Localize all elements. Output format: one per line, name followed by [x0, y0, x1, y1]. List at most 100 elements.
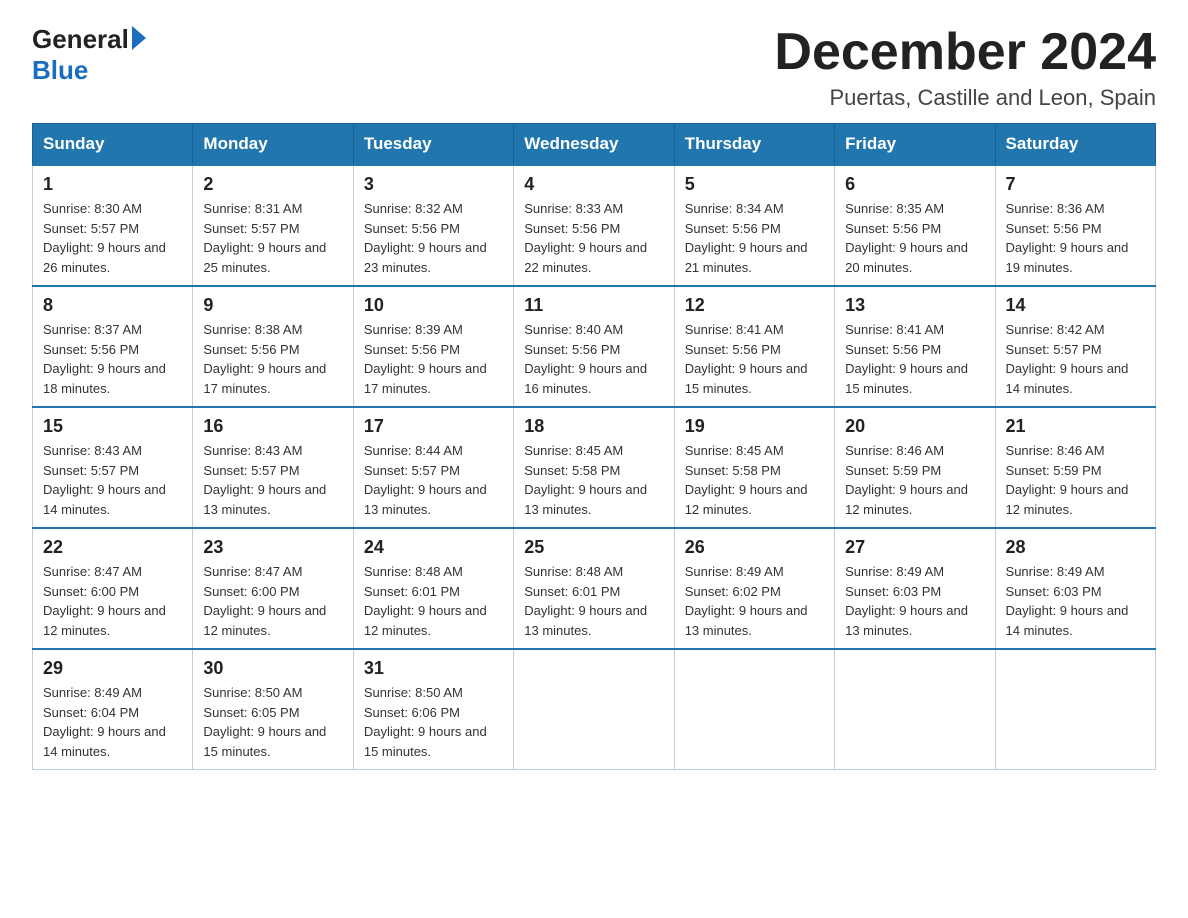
day-info: Sunrise: 8:36 AMSunset: 5:56 PMDaylight:…: [1006, 199, 1145, 277]
table-row: 31 Sunrise: 8:50 AMSunset: 6:06 PMDaylig…: [353, 649, 513, 770]
table-row: 6 Sunrise: 8:35 AMSunset: 5:56 PMDayligh…: [835, 165, 995, 286]
table-row: 11 Sunrise: 8:40 AMSunset: 5:56 PMDaylig…: [514, 286, 674, 407]
day-number: 28: [1006, 537, 1145, 558]
table-row: 3 Sunrise: 8:32 AMSunset: 5:56 PMDayligh…: [353, 165, 513, 286]
day-number: 3: [364, 174, 503, 195]
day-number: 13: [845, 295, 984, 316]
day-info: Sunrise: 8:31 AMSunset: 5:57 PMDaylight:…: [203, 199, 342, 277]
day-info: Sunrise: 8:47 AMSunset: 6:00 PMDaylight:…: [43, 562, 182, 640]
table-row: 1 Sunrise: 8:30 AMSunset: 5:57 PMDayligh…: [33, 165, 193, 286]
logo-general-word: General: [32, 24, 129, 55]
day-info: Sunrise: 8:30 AMSunset: 5:57 PMDaylight:…: [43, 199, 182, 277]
day-info: Sunrise: 8:50 AMSunset: 6:06 PMDaylight:…: [364, 683, 503, 761]
logo-arrow-icon: [132, 26, 146, 50]
day-number: 23: [203, 537, 342, 558]
table-row: [995, 649, 1155, 770]
day-info: Sunrise: 8:50 AMSunset: 6:05 PMDaylight:…: [203, 683, 342, 761]
calendar-header-tuesday: Tuesday: [353, 124, 513, 166]
day-number: 20: [845, 416, 984, 437]
table-row: 15 Sunrise: 8:43 AMSunset: 5:57 PMDaylig…: [33, 407, 193, 528]
day-number: 18: [524, 416, 663, 437]
day-info: Sunrise: 8:39 AMSunset: 5:56 PMDaylight:…: [364, 320, 503, 398]
title-section: December 2024 Puertas, Castille and Leon…: [774, 24, 1156, 111]
day-number: 16: [203, 416, 342, 437]
day-info: Sunrise: 8:40 AMSunset: 5:56 PMDaylight:…: [524, 320, 663, 398]
day-info: Sunrise: 8:43 AMSunset: 5:57 PMDaylight:…: [203, 441, 342, 519]
day-number: 9: [203, 295, 342, 316]
day-number: 6: [845, 174, 984, 195]
location-subtitle: Puertas, Castille and Leon, Spain: [774, 85, 1156, 111]
day-number: 17: [364, 416, 503, 437]
table-row: 17 Sunrise: 8:44 AMSunset: 5:57 PMDaylig…: [353, 407, 513, 528]
day-number: 19: [685, 416, 824, 437]
day-number: 27: [845, 537, 984, 558]
table-row: 7 Sunrise: 8:36 AMSunset: 5:56 PMDayligh…: [995, 165, 1155, 286]
day-number: 31: [364, 658, 503, 679]
day-info: Sunrise: 8:46 AMSunset: 5:59 PMDaylight:…: [845, 441, 984, 519]
calendar-header-friday: Friday: [835, 124, 995, 166]
table-row: 24 Sunrise: 8:48 AMSunset: 6:01 PMDaylig…: [353, 528, 513, 649]
table-row: 5 Sunrise: 8:34 AMSunset: 5:56 PMDayligh…: [674, 165, 834, 286]
day-info: Sunrise: 8:44 AMSunset: 5:57 PMDaylight:…: [364, 441, 503, 519]
table-row: 9 Sunrise: 8:38 AMSunset: 5:56 PMDayligh…: [193, 286, 353, 407]
day-number: 14: [1006, 295, 1145, 316]
table-row: 28 Sunrise: 8:49 AMSunset: 6:03 PMDaylig…: [995, 528, 1155, 649]
calendar-header-thursday: Thursday: [674, 124, 834, 166]
day-number: 8: [43, 295, 182, 316]
table-row: [514, 649, 674, 770]
day-info: Sunrise: 8:41 AMSunset: 5:56 PMDaylight:…: [845, 320, 984, 398]
day-number: 2: [203, 174, 342, 195]
day-number: 30: [203, 658, 342, 679]
calendar-header-sunday: Sunday: [33, 124, 193, 166]
calendar-header-row: SundayMondayTuesdayWednesdayThursdayFrid…: [33, 124, 1156, 166]
table-row: 25 Sunrise: 8:48 AMSunset: 6:01 PMDaylig…: [514, 528, 674, 649]
logo: General Blue: [32, 24, 146, 86]
day-number: 12: [685, 295, 824, 316]
day-info: Sunrise: 8:48 AMSunset: 6:01 PMDaylight:…: [524, 562, 663, 640]
calendar-week-row: 22 Sunrise: 8:47 AMSunset: 6:00 PMDaylig…: [33, 528, 1156, 649]
day-number: 11: [524, 295, 663, 316]
calendar-week-row: 15 Sunrise: 8:43 AMSunset: 5:57 PMDaylig…: [33, 407, 1156, 528]
day-info: Sunrise: 8:35 AMSunset: 5:56 PMDaylight:…: [845, 199, 984, 277]
table-row: 29 Sunrise: 8:49 AMSunset: 6:04 PMDaylig…: [33, 649, 193, 770]
day-info: Sunrise: 8:45 AMSunset: 5:58 PMDaylight:…: [524, 441, 663, 519]
day-number: 21: [1006, 416, 1145, 437]
day-info: Sunrise: 8:33 AMSunset: 5:56 PMDaylight:…: [524, 199, 663, 277]
day-info: Sunrise: 8:49 AMSunset: 6:03 PMDaylight:…: [1006, 562, 1145, 640]
logo-general-text: General: [32, 24, 146, 55]
day-number: 1: [43, 174, 182, 195]
day-info: Sunrise: 8:47 AMSunset: 6:00 PMDaylight:…: [203, 562, 342, 640]
table-row: 18 Sunrise: 8:45 AMSunset: 5:58 PMDaylig…: [514, 407, 674, 528]
day-number: 26: [685, 537, 824, 558]
table-row: 23 Sunrise: 8:47 AMSunset: 6:00 PMDaylig…: [193, 528, 353, 649]
day-number: 5: [685, 174, 824, 195]
table-row: 10 Sunrise: 8:39 AMSunset: 5:56 PMDaylig…: [353, 286, 513, 407]
day-number: 4: [524, 174, 663, 195]
calendar-table: SundayMondayTuesdayWednesdayThursdayFrid…: [32, 123, 1156, 770]
table-row: 2 Sunrise: 8:31 AMSunset: 5:57 PMDayligh…: [193, 165, 353, 286]
day-info: Sunrise: 8:48 AMSunset: 6:01 PMDaylight:…: [364, 562, 503, 640]
day-info: Sunrise: 8:41 AMSunset: 5:56 PMDaylight:…: [685, 320, 824, 398]
day-number: 10: [364, 295, 503, 316]
day-info: Sunrise: 8:42 AMSunset: 5:57 PMDaylight:…: [1006, 320, 1145, 398]
table-row: 4 Sunrise: 8:33 AMSunset: 5:56 PMDayligh…: [514, 165, 674, 286]
day-info: Sunrise: 8:38 AMSunset: 5:56 PMDaylight:…: [203, 320, 342, 398]
table-row: 12 Sunrise: 8:41 AMSunset: 5:56 PMDaylig…: [674, 286, 834, 407]
calendar-week-row: 1 Sunrise: 8:30 AMSunset: 5:57 PMDayligh…: [33, 165, 1156, 286]
table-row: 26 Sunrise: 8:49 AMSunset: 6:02 PMDaylig…: [674, 528, 834, 649]
table-row: 16 Sunrise: 8:43 AMSunset: 5:57 PMDaylig…: [193, 407, 353, 528]
calendar-week-row: 8 Sunrise: 8:37 AMSunset: 5:56 PMDayligh…: [33, 286, 1156, 407]
table-row: 19 Sunrise: 8:45 AMSunset: 5:58 PMDaylig…: [674, 407, 834, 528]
table-row: 8 Sunrise: 8:37 AMSunset: 5:56 PMDayligh…: [33, 286, 193, 407]
day-info: Sunrise: 8:32 AMSunset: 5:56 PMDaylight:…: [364, 199, 503, 277]
table-row: 21 Sunrise: 8:46 AMSunset: 5:59 PMDaylig…: [995, 407, 1155, 528]
day-info: Sunrise: 8:45 AMSunset: 5:58 PMDaylight:…: [685, 441, 824, 519]
day-number: 22: [43, 537, 182, 558]
month-year-title: December 2024: [774, 24, 1156, 81]
day-number: 25: [524, 537, 663, 558]
day-info: Sunrise: 8:43 AMSunset: 5:57 PMDaylight:…: [43, 441, 182, 519]
day-number: 7: [1006, 174, 1145, 195]
calendar-week-row: 29 Sunrise: 8:49 AMSunset: 6:04 PMDaylig…: [33, 649, 1156, 770]
calendar-header-saturday: Saturday: [995, 124, 1155, 166]
table-row: 27 Sunrise: 8:49 AMSunset: 6:03 PMDaylig…: [835, 528, 995, 649]
